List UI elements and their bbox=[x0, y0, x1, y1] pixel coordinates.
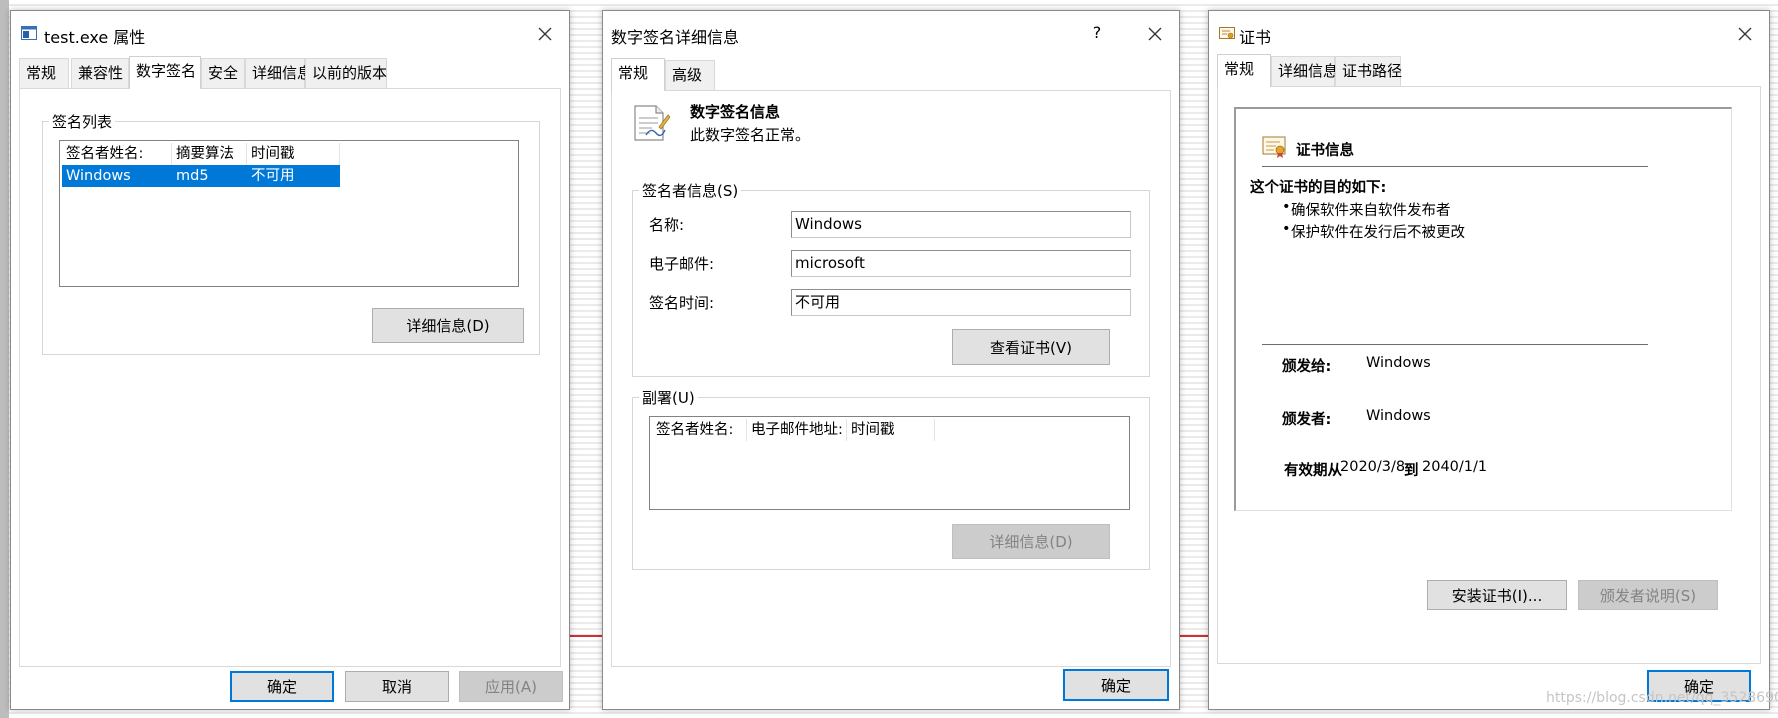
certificate-info-title: 证书信息 bbox=[1296, 143, 1354, 159]
certificate-titlebar: 证书 bbox=[1209, 11, 1769, 57]
countersignature-label: 副署(U) bbox=[639, 387, 698, 408]
help-icon[interactable]: ? bbox=[1087, 23, 1107, 42]
signer-info-label: 签名者信息(S) bbox=[639, 180, 742, 201]
properties-window: test.exe 属性 常规 兼容性 数字签名 安全 详细信息 以前的版本 签名… bbox=[10, 10, 570, 710]
tab-general[interactable]: 常规 bbox=[1217, 54, 1271, 87]
tab-security[interactable]: 安全 bbox=[201, 58, 245, 88]
signing-time-label: 签名时间: bbox=[649, 294, 715, 312]
close-icon bbox=[1148, 27, 1162, 41]
ok-button[interactable]: 确定 bbox=[1063, 669, 1169, 701]
cancel-button[interactable]: 取消 bbox=[345, 671, 449, 702]
purpose-heading: 这个证书的目的如下: bbox=[1250, 180, 1387, 196]
background-red-line bbox=[570, 635, 604, 637]
apply-button[interactable]: 应用(A) bbox=[459, 671, 563, 702]
issued-by-label: 颁发者: bbox=[1282, 412, 1332, 428]
window-title: 证书 bbox=[1239, 28, 1272, 47]
signatures-page: 签名列表 签名者姓名: 摘要算法 时间戳 Windows md5 不可用 详细信… bbox=[19, 88, 561, 667]
column-header-email-address[interactable]: 电子邮件地址: bbox=[747, 419, 847, 441]
tab-digital-signatures[interactable]: 数字签名 bbox=[129, 56, 201, 89]
tab-compatibility[interactable]: 兼容性 bbox=[71, 58, 129, 88]
watermark: https://blog.csdn.net/qq_35286907 bbox=[1546, 690, 1778, 706]
close-button[interactable] bbox=[1727, 17, 1763, 51]
signature-list-label: 签名列表 bbox=[49, 111, 116, 132]
purpose-item: 确保软件来自软件发布者 bbox=[1291, 203, 1451, 219]
countersignature-group: 副署(U) 签名者姓名: 电子邮件地址: 时间戳 详细信息(D) bbox=[632, 387, 1150, 570]
window-title: test.exe 属性 bbox=[44, 28, 146, 47]
window-title: 数字签名详细信息 bbox=[611, 28, 740, 47]
bullet-dot: • bbox=[1282, 221, 1291, 237]
signature-details-titlebar: 数字签名详细信息 ? bbox=[603, 11, 1179, 57]
signature-list[interactable]: 签名者姓名: 摘要算法 时间戳 Windows md5 不可用 bbox=[59, 140, 519, 287]
signing-time-field[interactable]: 不可用 bbox=[791, 289, 1131, 316]
table-row[interactable]: Windows md5 不可用 bbox=[62, 165, 340, 187]
properties-titlebar: test.exe 属性 bbox=[11, 11, 569, 57]
name-field[interactable]: Windows bbox=[791, 211, 1131, 238]
email-field[interactable]: microsoft bbox=[791, 250, 1131, 277]
certificate-icon bbox=[1219, 25, 1235, 41]
ok-button[interactable]: 确定 bbox=[230, 671, 334, 702]
tab-certification-path[interactable]: 证书路径 bbox=[1335, 56, 1402, 86]
install-certificate-button[interactable]: 安装证书(I)... bbox=[1427, 580, 1567, 610]
issued-by-value: Windows bbox=[1366, 408, 1431, 424]
issuer-statement-button[interactable]: 颁发者说明(S) bbox=[1578, 580, 1718, 610]
column-header-signer-name[interactable]: 签名者姓名: bbox=[652, 419, 747, 441]
view-certificate-button[interactable]: 查看证书(V) bbox=[952, 329, 1110, 365]
tab-details[interactable]: 详细信息 bbox=[245, 58, 312, 88]
document-signature-icon bbox=[632, 103, 671, 143]
tab-previous-versions[interactable]: 以前的版本 bbox=[305, 58, 387, 88]
close-icon bbox=[1738, 27, 1752, 41]
signer-info-group: 签名者信息(S) 名称: Windows 电子邮件: microsoft 签名时… bbox=[632, 180, 1150, 377]
column-header-timestamp[interactable]: 时间戳 bbox=[847, 419, 935, 441]
issued-to-value: Windows bbox=[1366, 355, 1431, 371]
signature-details-button[interactable]: 详细信息(D) bbox=[372, 308, 524, 343]
purpose-item: 保护软件在发行后不被更改 bbox=[1291, 225, 1465, 241]
name-label: 名称: bbox=[649, 216, 685, 234]
cell-signer-name: Windows bbox=[66, 168, 131, 184]
valid-from-label: 有效期从 bbox=[1284, 463, 1342, 479]
signature-status-text: 此数字签名正常。 bbox=[690, 126, 811, 144]
valid-to-label: 到 bbox=[1404, 463, 1419, 479]
details-general-page: 数字签名信息 此数字签名正常。 签名者信息(S) 名称: Windows 电子邮… bbox=[611, 90, 1171, 667]
tab-general[interactable]: 常规 bbox=[611, 58, 665, 91]
column-header-signer-name[interactable]: 签名者姓名: bbox=[62, 143, 172, 165]
signature-details-window: 数字签名详细信息 ? 常规 高级 数字签名信息 此数字签名正常。 签名者信息(S… bbox=[602, 10, 1180, 710]
certificate-icon bbox=[1262, 133, 1288, 159]
column-header-digest-algorithm[interactable]: 摘要算法 bbox=[172, 143, 247, 165]
divider bbox=[1262, 166, 1648, 167]
issued-to-label: 颁发给: bbox=[1282, 359, 1332, 375]
valid-from-value: 2020/3/8 bbox=[1340, 459, 1406, 475]
countersignature-details-button[interactable]: 详细信息(D) bbox=[952, 524, 1110, 559]
close-icon bbox=[538, 27, 552, 41]
window-app-icon bbox=[21, 25, 37, 41]
divider bbox=[1262, 344, 1648, 345]
valid-to-value: 2040/1/1 bbox=[1422, 459, 1488, 475]
tab-details[interactable]: 详细信息 bbox=[1271, 56, 1338, 86]
email-label: 电子邮件: bbox=[649, 255, 715, 273]
countersignature-list[interactable]: 签名者姓名: 电子邮件地址: 时间戳 bbox=[649, 416, 1130, 510]
bullet-dot: • bbox=[1282, 199, 1291, 215]
tab-general[interactable]: 常规 bbox=[19, 58, 69, 88]
certificate-general-page: 证书信息 这个证书的目的如下: • 确保软件来自软件发布者 • 保护软件在发行后… bbox=[1217, 86, 1761, 664]
close-button[interactable] bbox=[527, 17, 563, 51]
background-strip-left bbox=[0, 0, 9, 718]
signature-info-title: 数字签名信息 bbox=[690, 103, 781, 121]
tab-advanced[interactable]: 高级 bbox=[665, 60, 715, 90]
close-button[interactable] bbox=[1137, 17, 1173, 51]
certificate-info-panel: 证书信息 这个证书的目的如下: • 确保软件来自软件发布者 • 保护软件在发行后… bbox=[1234, 107, 1732, 511]
certificate-window: 证书 常规 详细信息 证书路径 证书信息 这个证书的目的如下: • 确保软件来自… bbox=[1208, 10, 1770, 710]
cell-timestamp: 不可用 bbox=[251, 168, 295, 184]
background-red-line bbox=[1180, 635, 1208, 637]
signature-list-group: 签名列表 签名者姓名: 摘要算法 时间戳 Windows md5 不可用 详细信… bbox=[42, 111, 540, 355]
cell-digest-algorithm: md5 bbox=[176, 168, 209, 184]
column-header-timestamp[interactable]: 时间戳 bbox=[247, 143, 340, 165]
